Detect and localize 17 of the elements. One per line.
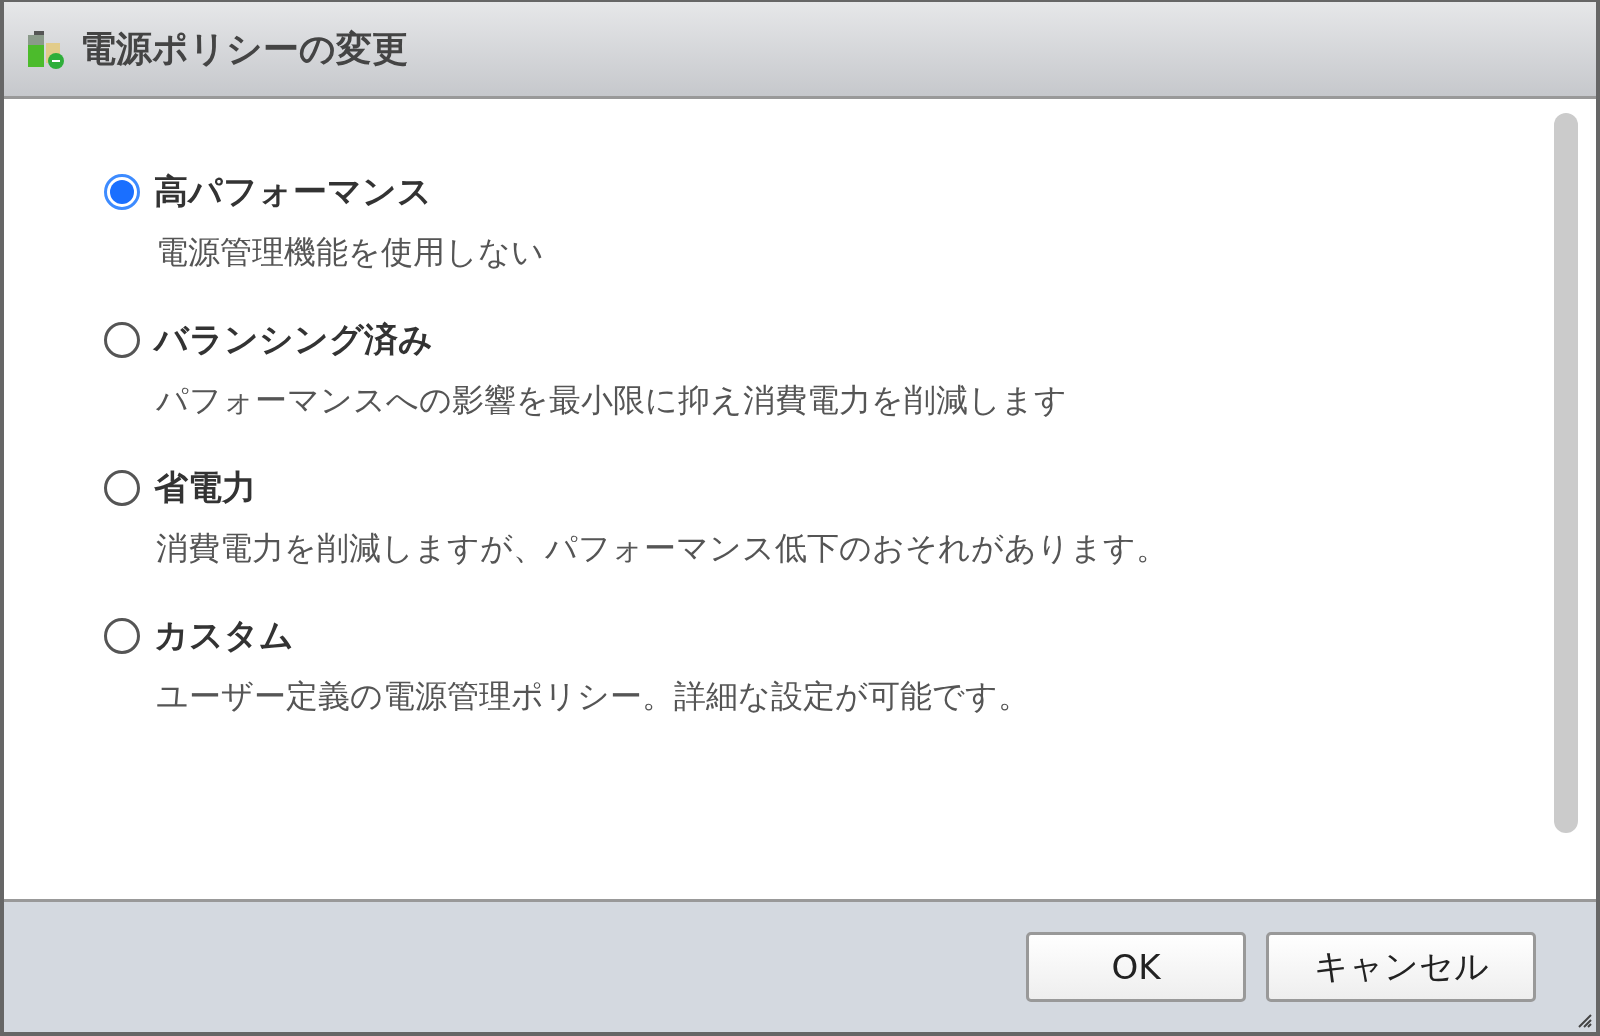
option-label: バランシング済み <box>154 318 433 361</box>
option-label: カスタム <box>154 614 294 657</box>
radio-button[interactable] <box>104 618 140 654</box>
ok-button[interactable]: OK <box>1026 932 1246 1002</box>
window-title: 電源ポリシーの変更 <box>80 26 408 71</box>
radio-button[interactable] <box>104 174 140 210</box>
option-label: 省電力 <box>154 466 256 509</box>
option-description: パフォーマンスへの影響を最小限に抑え消費電力を削減します <box>155 380 1068 421</box>
scrollbar[interactable] <box>1554 113 1578 833</box>
radio-button[interactable] <box>104 470 140 506</box>
cancel-button[interactable]: キャンセル <box>1266 932 1536 1002</box>
option-description: 消費電力を削減しますが、パフォーマンス低下のおそれがあります。 <box>155 528 1169 569</box>
option-description: 電源管理機能を使用しない <box>155 232 545 273</box>
option-label: 高パフォーマンス <box>154 170 432 213</box>
radio-button[interactable] <box>104 322 140 358</box>
resize-grip-icon[interactable] <box>1576 1012 1592 1028</box>
option-description: ユーザー定義の電源管理ポリシー。詳細な設定が可能です。 <box>155 676 1031 717</box>
